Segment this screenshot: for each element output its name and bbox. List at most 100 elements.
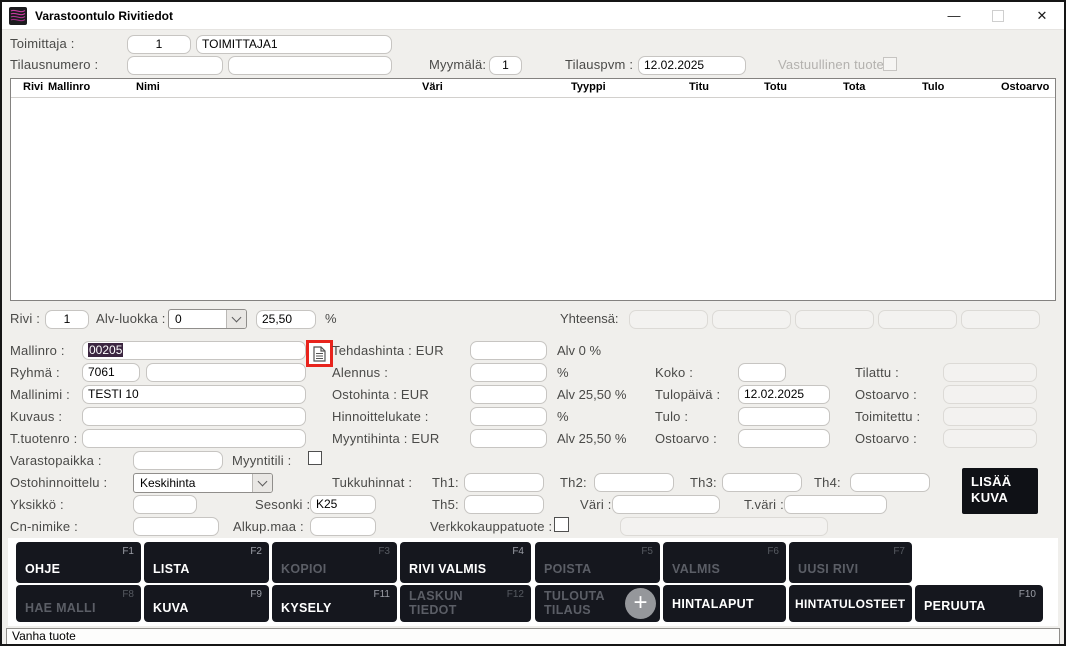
ostoarvo-field[interactable] — [738, 429, 830, 448]
th3-label: Th3: — [690, 475, 717, 490]
poista-button: F5 POISTA — [535, 542, 660, 583]
ostoarvo-toimitettu-field — [943, 429, 1037, 448]
hintatulosteet-button[interactable]: HINTATULOSTEET — [789, 585, 912, 622]
tulouta-tilaus-button: TULOUTA TILAUS + — [535, 585, 660, 622]
uusi-rivi-button: F7 UUSI RIVI — [789, 542, 912, 583]
vari-field[interactable] — [612, 495, 720, 514]
hinnoittelukate-label: Hinnoittelukate : — [332, 409, 429, 424]
varastopaikka-field[interactable] — [133, 451, 223, 470]
alv-luokka-value: 0 — [175, 312, 182, 326]
yhteensa-label: Yhteensä: — [560, 311, 619, 326]
vastuullinen-tuote-label: Vastuullinen tuote : — [778, 57, 892, 72]
myyntihinta-alv-suffix: Alv 25,50 % — [557, 431, 626, 446]
button-label: PERUUTA — [924, 599, 986, 613]
fkey-label: F3 — [378, 546, 390, 557]
ostohinta-field[interactable] — [470, 385, 547, 404]
hinnoittelukate-suffix: % — [557, 409, 569, 424]
verkkokauppa-info-field — [620, 517, 828, 536]
lista-button[interactable]: F2 LISTA — [144, 542, 269, 583]
tulopaiva-field[interactable]: 12.02.2025 — [738, 385, 830, 404]
mallinimi-field[interactable]: TESTI 10 — [82, 385, 306, 404]
alv-luokka-select[interactable]: 0 — [168, 309, 247, 329]
t-vari-field[interactable] — [784, 495, 887, 514]
rivi-field[interactable]: 1 — [45, 310, 89, 329]
tilausnumero-field-2[interactable] — [228, 56, 392, 75]
tehdashinta-alv-suffix: Alv 0 % — [557, 343, 601, 358]
column-header-rivi: Rivi — [23, 81, 43, 93]
toimittaja-name-field[interactable]: TOIMITTAJA1 — [196, 35, 392, 54]
th1-field[interactable] — [464, 473, 544, 492]
rivi-valmis-button[interactable]: F4 RIVI VALMIS — [400, 542, 531, 583]
th4-field[interactable] — [850, 473, 930, 492]
fkey-label: F2 — [250, 546, 262, 557]
kuvaus-field[interactable] — [82, 407, 306, 426]
th1-label: Th1: — [432, 475, 459, 490]
close-button[interactable]: ✕ — [1020, 2, 1064, 29]
column-header-titu: Titu — [689, 81, 709, 93]
open-model-list-button[interactable] — [306, 340, 333, 367]
alv-luokka-label: Alv-luokka : — [96, 311, 166, 326]
kopioi-button: F3 KOPIOI — [272, 542, 397, 583]
tulo-field[interactable] — [738, 407, 830, 426]
hinnoittelukate-field[interactable] — [470, 407, 547, 426]
column-header-tulo: Tulo — [922, 81, 944, 93]
lisaa-kuva-button[interactable]: LISÄÄ KUVA — [962, 468, 1038, 514]
myyntitili-checkbox[interactable] — [308, 451, 322, 465]
hintalaput-button[interactable]: HINTALAPUT — [663, 585, 786, 622]
tilausnumero-field-1[interactable] — [127, 56, 223, 75]
button-label: HINTALAPUT — [672, 597, 754, 611]
verkkokauppatuote-checkbox[interactable] — [554, 517, 569, 532]
ryhma-code-field[interactable]: 7061 — [82, 363, 140, 382]
myymala-field[interactable]: 1 — [489, 56, 522, 75]
alennus-field[interactable] — [470, 363, 547, 382]
koko-field[interactable] — [738, 363, 786, 382]
fkey-label: F12 — [507, 589, 524, 600]
column-header-tota: Tota — [843, 81, 865, 93]
kuva-button[interactable]: F9 KUVA — [144, 585, 269, 622]
rows-grid[interactable]: Rivi Mallinro Nimi Väri Tyyppi Titu Totu… — [10, 78, 1056, 301]
button-label: LISTA — [153, 562, 190, 576]
th2-field[interactable] — [594, 473, 674, 492]
peruuta-button[interactable]: F10 PERUUTA — [915, 585, 1043, 622]
sesonki-field[interactable]: K25 — [310, 495, 376, 514]
alkup-maa-field[interactable] — [310, 517, 376, 536]
tilauspvm-field[interactable]: 12.02.2025 — [638, 56, 746, 75]
button-label: POISTA — [544, 562, 591, 576]
tehdashinta-field[interactable] — [470, 341, 547, 360]
button-label: LASKUN TIEDOT — [409, 589, 493, 617]
button-label: TULOUTA TILAUS — [544, 589, 628, 617]
button-label: UUSI RIVI — [798, 562, 858, 576]
th5-field[interactable] — [464, 495, 544, 514]
button-label: RIVI VALMIS — [409, 562, 486, 576]
yksikko-field[interactable] — [133, 495, 197, 514]
window-controls: — ✕ — [932, 2, 1064, 29]
ohje-button[interactable]: F1 OHJE — [16, 542, 141, 583]
minimize-button[interactable]: — — [932, 2, 976, 29]
ostoarvo-tilattu-label: Ostoarvo : — [855, 387, 917, 402]
tukkuhinnat-label: Tukkuhinnat : — [332, 475, 412, 490]
th5-label: Th5: — [432, 497, 459, 512]
maximize-button — [976, 2, 1020, 29]
fkey-label: F9 — [250, 589, 262, 600]
koko-label: Koko : — [655, 365, 693, 380]
toimittaja-code-field[interactable]: 1 — [127, 35, 191, 54]
chevron-down-icon — [252, 474, 272, 492]
myyntihinta-field[interactable] — [470, 429, 547, 448]
cn-nimike-field[interactable] — [133, 517, 219, 536]
toimitettu-field — [943, 407, 1037, 426]
t-tuotenro-field[interactable] — [82, 429, 306, 448]
yhteensa-field-2 — [712, 310, 791, 329]
ostoarvo-label: Ostoarvo : — [655, 431, 717, 446]
app-icon — [9, 7, 27, 25]
alv-percent-field[interactable]: 25,50 — [256, 310, 316, 329]
mallinro-value: 00205 — [88, 343, 123, 357]
kysely-button[interactable]: F11 KYSELY — [272, 585, 397, 622]
status-text: Vanha tuote — [12, 629, 76, 643]
ostohinnoittelu-select[interactable]: Keskihinta — [133, 473, 273, 493]
mallinro-field[interactable]: 00205 — [82, 341, 306, 360]
th3-field[interactable] — [722, 473, 802, 492]
valmis-button: F6 VALMIS — [663, 542, 786, 583]
myyntihinta-label: Myyntihinta : EUR — [332, 431, 439, 446]
ryhma-name-field[interactable] — [146, 363, 306, 382]
title-bar: Varastoontulo Rivitiedot — ✕ — [2, 2, 1064, 30]
